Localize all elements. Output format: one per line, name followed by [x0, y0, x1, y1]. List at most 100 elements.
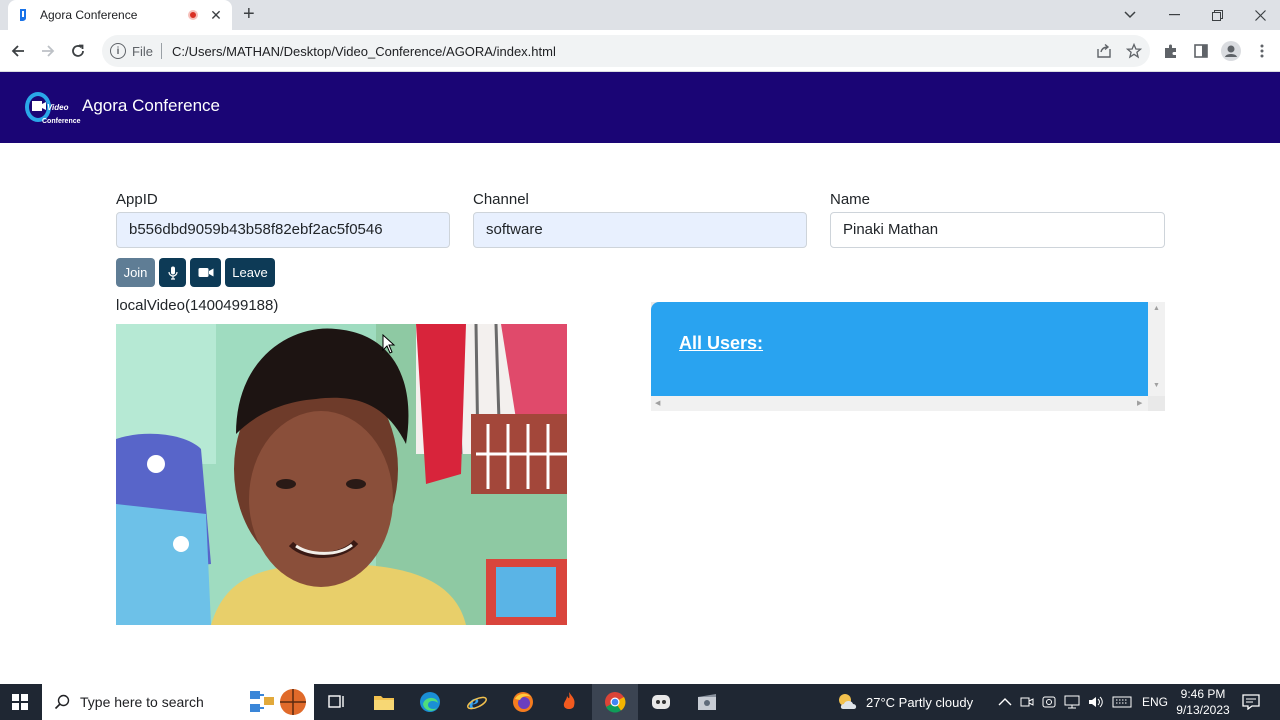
- notifications-button[interactable]: [1242, 684, 1260, 720]
- start-button[interactable]: [0, 684, 40, 720]
- video-conference-logo: Video Conference: [25, 92, 81, 125]
- arrow-right-icon: [42, 45, 55, 57]
- firefox-button[interactable]: [500, 684, 546, 720]
- flame-app-icon: [563, 692, 575, 709]
- internet-explorer-button[interactable]: e: [454, 684, 500, 720]
- appid-input[interactable]: b556dbd9059b43b58f82ebf2ac5f0546: [116, 212, 450, 248]
- windows-logo-icon: [12, 694, 28, 710]
- chrome-button[interactable]: [592, 684, 638, 720]
- camera-tray-icon[interactable]: [1042, 695, 1056, 709]
- page-favicon-icon: [20, 9, 26, 21]
- browser-toolbar: i File C:/Users/MATHAN/Desktop/Video_Con…: [0, 30, 1280, 72]
- site-info-icon[interactable]: i: [110, 43, 126, 59]
- url-text[interactable]: C:/Users/MATHAN/Desktop/Video_Conference…: [172, 44, 556, 59]
- share-button[interactable]: [1094, 41, 1114, 61]
- vertical-scrollbar[interactable]: ▲ ▼: [1148, 302, 1165, 396]
- controller-app-icon: [652, 695, 670, 709]
- scroll-right-arrow-icon[interactable]: ▶: [1137, 399, 1142, 407]
- taskbar-clock[interactable]: 9:46 PM 9/13/2023: [1170, 686, 1236, 718]
- meet-now-icon[interactable]: [1020, 695, 1034, 709]
- profile-button[interactable]: [1221, 41, 1241, 61]
- firefox-icon: [513, 692, 533, 712]
- edge-button[interactable]: [407, 684, 453, 720]
- search-placeholder: Type here to search: [80, 694, 204, 710]
- channel-input[interactable]: software: [473, 212, 807, 248]
- url-scheme: File: [132, 43, 153, 59]
- join-button[interactable]: Join: [116, 258, 155, 287]
- file-explorer-button[interactable]: [361, 684, 407, 720]
- svg-text:Video: Video: [47, 103, 69, 112]
- chrome-icon: [605, 692, 626, 713]
- app-button-8[interactable]: [684, 684, 730, 720]
- leave-button[interactable]: Leave: [225, 258, 275, 287]
- reload-icon: [72, 44, 84, 57]
- minimize-icon: [1168, 14, 1180, 16]
- scroll-down-arrow-icon[interactable]: ▼: [1153, 382, 1160, 389]
- reload-button[interactable]: [65, 38, 91, 64]
- scroll-up-arrow-icon[interactable]: ▲: [1153, 305, 1160, 312]
- address-bar[interactable]: i File C:/Users/MATHAN/Desktop/Video_Con…: [102, 35, 1150, 67]
- app-button-7[interactable]: [638, 684, 684, 720]
- internet-explorer-icon: e: [467, 691, 487, 713]
- network-icon[interactable]: [1064, 695, 1080, 709]
- keyboard-icon[interactable]: [1112, 696, 1132, 708]
- chevron-up-icon[interactable]: [998, 697, 1012, 707]
- horizontal-scrollbar[interactable]: ◀ ▶: [651, 396, 1148, 411]
- restore-icon: [1211, 9, 1223, 21]
- camera-feed-image: [116, 324, 567, 625]
- microphone-icon: [167, 266, 178, 280]
- browser-tab-strip: Agora Conference ✕ +: [0, 0, 1280, 30]
- task-view-button[interactable]: [314, 684, 360, 720]
- bookmark-button[interactable]: [1124, 41, 1144, 61]
- side-panel-icon: [1194, 44, 1208, 58]
- appid-label: AppID: [116, 191, 158, 208]
- restore-button[interactable]: [1195, 0, 1239, 30]
- notification-icon: [1242, 694, 1260, 710]
- channel-label: Channel: [473, 191, 529, 208]
- new-tab-button[interactable]: +: [243, 4, 255, 24]
- chevron-down-icon: [1124, 11, 1136, 19]
- navbar-brand[interactable]: Agora Conference: [82, 96, 220, 116]
- partly-cloudy-icon: [839, 694, 857, 709]
- browser-tab[interactable]: Agora Conference ✕: [8, 0, 232, 30]
- search-icon: [54, 694, 70, 710]
- svg-text:Conference: Conference: [42, 118, 81, 125]
- video-editor-icon: [698, 694, 716, 710]
- video-camera-icon: [198, 268, 213, 277]
- weather-widget[interactable]: 27°C Partly cloudy: [836, 684, 973, 720]
- input-language[interactable]: ENG: [1142, 695, 1168, 709]
- local-video-caption: localVideo(1400499188): [116, 297, 279, 314]
- share-icon: [1097, 43, 1111, 58]
- all-users-panel[interactable]: All Users: ▲ ▼ ◀ ▶: [651, 302, 1165, 411]
- extensions-button[interactable]: [1161, 41, 1181, 61]
- clock-date: 9/13/2023: [1176, 703, 1230, 717]
- scroll-left-arrow-icon[interactable]: ◀: [655, 399, 660, 407]
- kebab-menu-icon: [1260, 44, 1264, 58]
- mic-toggle-button[interactable]: [159, 258, 186, 287]
- taskbar-search-box[interactable]: Type here to search: [42, 684, 314, 720]
- puzzle-icon: [1165, 44, 1176, 58]
- system-tray-icons: ENG: [998, 684, 1168, 720]
- folder-icon: [374, 696, 394, 710]
- window-close-button[interactable]: [1238, 0, 1280, 30]
- recording-indicator-icon: [188, 10, 198, 20]
- task-view-icon: [328, 695, 344, 708]
- name-input[interactable]: Pinaki Mathan: [830, 212, 1165, 248]
- minimize-button[interactable]: [1152, 0, 1196, 30]
- browser-menu-button[interactable]: [1252, 41, 1272, 61]
- tab-title: Agora Conference: [40, 8, 138, 22]
- edge-browser-icon: [420, 692, 440, 712]
- local-video-player[interactable]: [116, 324, 567, 625]
- all-users-title: All Users:: [679, 333, 764, 353]
- tab-close-button[interactable]: ✕: [208, 7, 224, 24]
- back-button[interactable]: [5, 38, 31, 64]
- forward-button[interactable]: [35, 38, 61, 64]
- app-navbar: Video Conference Agora Conference: [0, 72, 1280, 143]
- volume-icon[interactable]: [1088, 695, 1104, 709]
- side-panel-button[interactable]: [1191, 41, 1211, 61]
- avatar-icon: [1221, 41, 1241, 61]
- tab-search-button[interactable]: [1108, 0, 1152, 30]
- brave-button[interactable]: [546, 684, 592, 720]
- star-icon: [1126, 43, 1142, 59]
- camera-toggle-button[interactable]: [190, 258, 221, 287]
